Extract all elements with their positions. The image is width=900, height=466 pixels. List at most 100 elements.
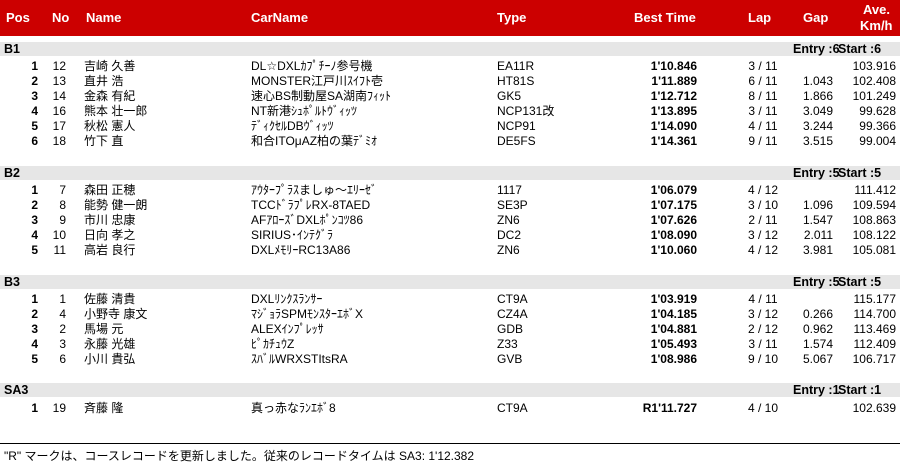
cell-pos: 1 bbox=[31, 292, 38, 306]
header-lap: Lap bbox=[748, 10, 772, 25]
cell-pos: 2 bbox=[31, 307, 38, 321]
cell-ave: 99.366 bbox=[859, 119, 896, 133]
cell-gap: 1.574 bbox=[802, 337, 833, 351]
cell-ave: 108.863 bbox=[852, 213, 896, 227]
result-row: 5 11 高岩 良行 DXLﾒﾓﾘｰRC13A86 ZN6 1'10.060 4 / 12 3… bbox=[0, 243, 900, 258]
cell-pos: 4 bbox=[31, 337, 38, 351]
cell-best: R1'11.727 bbox=[642, 401, 697, 415]
cell-pos: 3 bbox=[31, 213, 38, 227]
cell-pos: 2 bbox=[31, 198, 38, 212]
cell-pos: 5 bbox=[31, 352, 38, 366]
cell-name: 永藤 光雄 bbox=[84, 337, 136, 351]
cell-pos: 5 bbox=[31, 119, 38, 133]
cell-name: 熊本 壮一郎 bbox=[84, 104, 148, 118]
cell-gap: 2.011 bbox=[803, 228, 833, 242]
cell-car: ALEXｲﾝﾌﾟﾚｯｻ bbox=[251, 322, 324, 336]
class-header-b1: B1 Entry :6 Start :6 bbox=[0, 42, 900, 56]
cell-no: 7 bbox=[59, 183, 66, 197]
cell-name: 高岩 良行 bbox=[84, 243, 136, 257]
cell-ave: 106.717 bbox=[852, 352, 896, 366]
entry-count: Entry :5 bbox=[793, 275, 840, 289]
cell-no: 14 bbox=[52, 89, 66, 103]
cell-car: ﾋﾟｶﾁｭｳZ bbox=[251, 337, 295, 351]
class-name: B3 bbox=[4, 275, 20, 289]
footer-note: "R" マークは、コースレコードを更新しました。従来のレコードタイムは SA3:… bbox=[4, 449, 475, 463]
cell-gap: 3.244 bbox=[802, 119, 833, 133]
cell-best: 1'13.895 bbox=[650, 104, 697, 118]
cell-best: 1'03.919 bbox=[650, 292, 697, 306]
header-no: No bbox=[52, 10, 70, 25]
result-row: 3 9 市川 忠康 AFｱﾛｰｽﾞDXLﾎﾟﾝｺﾂ86 ZN6 1'07.626 2 / 1… bbox=[0, 213, 900, 228]
cell-gap: 3.981 bbox=[802, 243, 833, 257]
cell-no: 9 bbox=[59, 213, 66, 227]
header-gap: Gap bbox=[803, 10, 829, 25]
cell-best: 1'06.079 bbox=[650, 183, 697, 197]
cell-no: 17 bbox=[52, 119, 66, 133]
cell-best: 1'07.626 bbox=[650, 213, 697, 227]
cell-no: 10 bbox=[52, 228, 66, 242]
cell-no: 2 bbox=[59, 322, 66, 336]
cell-ave: 108.122 bbox=[852, 228, 896, 242]
cell-car: ﾏｼﾞｮﾗSPMﾓﾝｽﾀｰｴﾎﾞX bbox=[251, 307, 364, 321]
cell-car: 和合ITOμAZ柏の葉ﾃﾞﾐｵ bbox=[251, 134, 378, 148]
cell-pos: 3 bbox=[31, 322, 38, 336]
cell-car: DXLﾘﾝｸｽﾗﾝｻｰ bbox=[251, 292, 323, 306]
cell-type: ZN6 bbox=[497, 243, 520, 257]
cell-lap: 3 / 12 bbox=[747, 228, 779, 242]
cell-no: 6 bbox=[59, 352, 66, 366]
cell-type: CT9A bbox=[497, 401, 528, 415]
header-name: Name bbox=[86, 10, 122, 25]
class-header-b3: B3 Entry :5 Start :5 bbox=[0, 275, 900, 289]
cell-type: CZ4A bbox=[497, 307, 528, 321]
header-best-time: Best Time bbox=[634, 10, 696, 25]
entry-count: Entry :5 bbox=[793, 166, 840, 180]
class-name: SA3 bbox=[4, 383, 29, 397]
cell-name: 小野寺 康文 bbox=[84, 307, 148, 321]
column-header-bar: Pos No Name CarName Type Best Time Lap G… bbox=[0, 0, 900, 36]
cell-no: 19 bbox=[52, 401, 66, 415]
cell-car: MONSTER江戸川ｽｲﾌﾄ壱 bbox=[251, 74, 384, 88]
cell-best: 1'14.090 bbox=[650, 119, 697, 133]
cell-type: Z33 bbox=[497, 337, 518, 351]
cell-ave: 109.594 bbox=[852, 198, 896, 212]
cell-name: 森田 正穂 bbox=[84, 183, 136, 197]
cell-car: TCCﾄﾞﾗﾌﾟﾚRX-8TAED bbox=[251, 198, 371, 212]
start-count: Start :5 bbox=[838, 275, 882, 289]
cell-name: 能勢 健一朗 bbox=[84, 198, 148, 212]
cell-pos: 6 bbox=[31, 134, 38, 148]
cell-type: EA11R bbox=[497, 59, 535, 73]
result-row: 1 7 森田 正穂 ｱｳﾀｰﾌﾟﾗｽましゅ～ｴﾘｰｾﾞ 1117 1'06.079 4 / … bbox=[0, 183, 900, 198]
cell-lap: 3 / 11 bbox=[748, 337, 778, 351]
result-row: 3 14 金森 有紀 速心BS制動屋SA湖南ﾌｨｯﾄ GK5 1'12.712 8 / 11… bbox=[0, 89, 900, 104]
result-row: 3 2 馬場 元 ALEXｲﾝﾌﾟﾚｯｻ GDB 1'04.881 2 / 12 0.962 1… bbox=[0, 322, 900, 337]
cell-name: 竹下 直 bbox=[84, 134, 124, 148]
result-row: 5 6 小川 貴弘 ｽﾊﾞﾙWRXSTItsRA GVB 1'08.986 9 / 10 5.… bbox=[0, 352, 900, 367]
cell-lap: 4 / 11 bbox=[748, 119, 778, 133]
header-pos: Pos bbox=[6, 10, 30, 25]
cell-no: 16 bbox=[52, 104, 66, 118]
cell-name: 小川 貴弘 bbox=[84, 352, 136, 366]
cell-ave: 113.469 bbox=[853, 322, 897, 336]
entry-count: Entry :1 bbox=[793, 383, 840, 397]
cell-car: ﾃﾞｨｸｾﾙDBｳﾞｨｯﾂ bbox=[251, 119, 334, 133]
cell-type: NCP91 bbox=[497, 119, 536, 133]
cell-ave: 101.249 bbox=[852, 89, 896, 103]
cell-name: 市川 忠康 bbox=[84, 213, 136, 227]
cell-no: 8 bbox=[59, 198, 66, 212]
start-count: Start :5 bbox=[838, 166, 882, 180]
cell-gap: 1.096 bbox=[802, 198, 833, 212]
cell-no: 3 bbox=[59, 337, 66, 351]
cell-lap: 4 / 12 bbox=[747, 243, 779, 257]
header-ave: Ave. bbox=[863, 2, 890, 17]
cell-car: 真っ赤なﾗﾝｴﾎﾞ8 bbox=[251, 401, 336, 415]
result-row: 4 3 永藤 光雄 ﾋﾟｶﾁｭｳZ Z33 1'05.493 3 / 11 1.574 112.… bbox=[0, 337, 900, 352]
cell-lap: 4 / 12 bbox=[747, 183, 779, 197]
cell-no: 18 bbox=[52, 134, 66, 148]
cell-no: 4 bbox=[59, 307, 66, 321]
class-header-sa3: SA3 Entry :1 Start :1 bbox=[0, 383, 900, 397]
cell-pos: 2 bbox=[31, 74, 38, 88]
cell-name: 斉藤 隆 bbox=[84, 401, 124, 415]
cell-name: 秋松 憲人 bbox=[84, 119, 136, 133]
result-row: 4 16 熊本 壮一郎 NT新港ｼｭﾎﾟﾙﾄｳﾞｨｯﾂ NCP131改 1'13.895 3… bbox=[0, 104, 900, 119]
class-name: B2 bbox=[4, 166, 20, 180]
